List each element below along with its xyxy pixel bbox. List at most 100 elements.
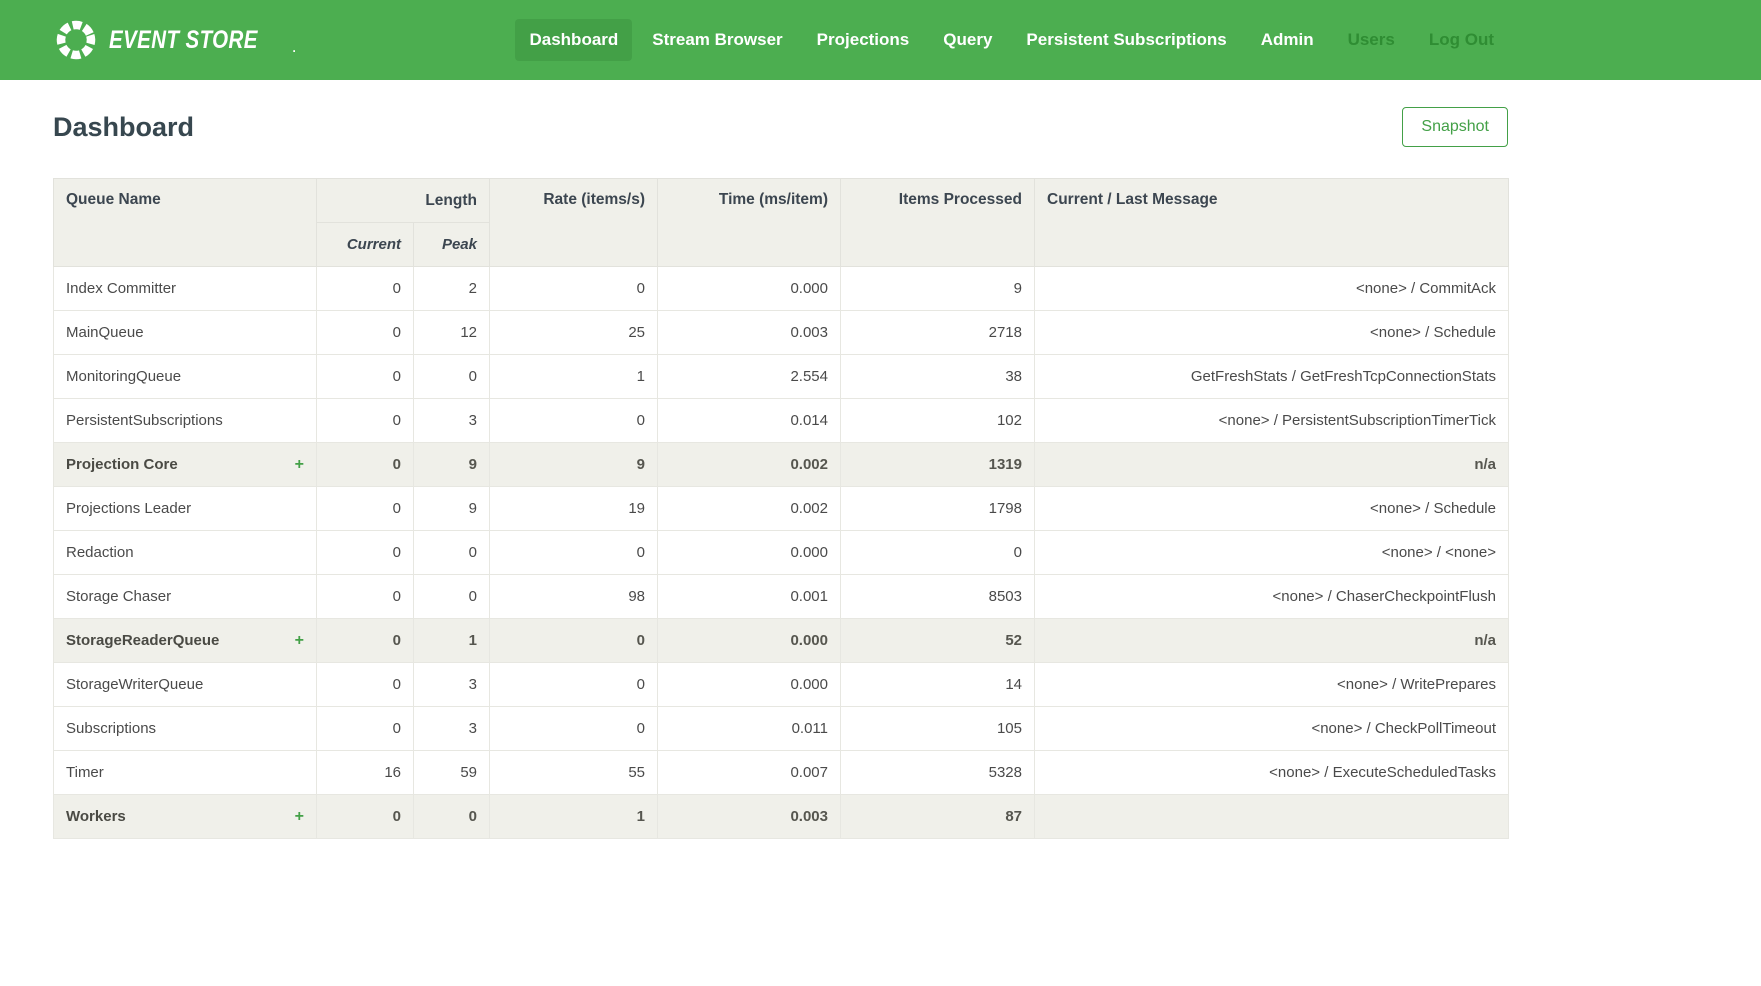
queue-name-label: Projection Core [66,456,178,473]
current-cell: 0 [317,399,414,443]
queue-name-cell: Workers + [54,795,317,839]
time-cell: 0.014 [658,399,841,443]
queue-name-label: Timer [66,764,104,781]
time-cell: 0.002 [658,487,841,531]
header-queue-name: Queue Name [54,179,317,267]
rate-cell: 0 [490,267,658,311]
current-cell: 0 [317,443,414,487]
nav-item-projections[interactable]: Projections [803,19,924,61]
peak-cell: 59 [414,751,490,795]
snapshot-button[interactable]: Snapshot [1402,107,1508,147]
items-processed-cell: 14 [841,663,1035,707]
current-cell: 0 [317,575,414,619]
queue-name-label: MainQueue [66,324,144,341]
current-cell: 0 [317,619,414,663]
nav-menu: Dashboard Stream Browser Projections Que… [515,19,1508,61]
table-row: Workers + 0 0 1 0.003 87 [54,795,1509,839]
table-row: Subscriptions + 0 3 0 0.011 105 <none> /… [54,707,1509,751]
rate-cell: 1 [490,795,658,839]
table-body: Index Committer + 0 2 0 0.000 9 <none> /… [54,267,1509,839]
time-cell: 0.011 [658,707,841,751]
header-items-processed: Items Processed [841,179,1035,267]
peak-cell: 3 [414,399,490,443]
nav-item-dashboard[interactable]: Dashboard [515,19,632,61]
event-store-ring-icon [53,17,99,63]
table-row: Redaction + 0 0 0 0.000 0 <none> / <none… [54,531,1509,575]
peak-cell: 1 [414,619,490,663]
table-row: Index Committer + 0 2 0 0.000 9 <none> /… [54,267,1509,311]
message-cell: GetFreshStats / GetFreshTcpConnectionSta… [1035,355,1509,399]
table-row: Projection Core + 0 9 9 0.002 1319 n/a [54,443,1509,487]
queue-name-label: StorageWriterQueue [66,676,203,693]
queue-name-cell: MonitoringQueue + [54,355,317,399]
message-cell: <none> / CheckPollTimeout [1035,707,1509,751]
peak-cell: 0 [414,355,490,399]
queues-table: Queue Name Length Rate (items/s) Time (m… [53,178,1509,839]
rate-cell: 0 [490,619,658,663]
queue-name-cell: Index Committer + [54,267,317,311]
time-cell: 0.000 [658,619,841,663]
rate-cell: 25 [490,311,658,355]
message-cell: <none> / Schedule [1035,487,1509,531]
current-cell: 0 [317,267,414,311]
time-cell: 0.003 [658,311,841,355]
nav-item-query[interactable]: Query [929,19,1006,61]
items-processed-cell: 8503 [841,575,1035,619]
rate-cell: 0 [490,531,658,575]
expand-plus-icon[interactable]: + [295,456,304,474]
nav-item-users[interactable]: Users [1334,19,1409,61]
message-cell: <none> / Schedule [1035,311,1509,355]
queue-name-cell: Storage Chaser + [54,575,317,619]
current-cell: 0 [317,487,414,531]
time-cell: 0.002 [658,443,841,487]
expand-plus-icon[interactable]: + [295,808,304,826]
peak-cell: 9 [414,443,490,487]
queue-name-cell: PersistentSubscriptions + [54,399,317,443]
message-cell [1035,795,1509,839]
table-row: StorageWriterQueue + 0 3 0 0.000 14 <non… [54,663,1509,707]
items-processed-cell: 38 [841,355,1035,399]
rate-cell: 55 [490,751,658,795]
time-cell: 0.000 [658,663,841,707]
rate-cell: 9 [490,443,658,487]
table-row: Storage Chaser + 0 0 98 0.001 8503 <none… [54,575,1509,619]
queue-name-label: Index Committer [66,280,176,297]
peak-cell: 0 [414,575,490,619]
time-cell: 0.000 [658,267,841,311]
message-cell: <none> / CommitAck [1035,267,1509,311]
items-processed-cell: 0 [841,531,1035,575]
current-cell: 0 [317,663,414,707]
queue-name-label: PersistentSubscriptions [66,412,223,429]
expand-plus-icon[interactable]: + [295,632,304,650]
page-header: Dashboard Snapshot [53,107,1508,147]
table-row: PersistentSubscriptions + 0 3 0 0.014 10… [54,399,1509,443]
top-navbar: EVENT STORE . Dashboard Stream Browser P… [0,0,1761,80]
queue-name-label: StorageReaderQueue [66,632,219,649]
rate-cell: 0 [490,399,658,443]
table-header: Queue Name Length Rate (items/s) Time (m… [54,179,1509,267]
nav-item-admin[interactable]: Admin [1247,19,1328,61]
queue-name-cell: Redaction + [54,531,317,575]
message-cell: <none> / ChaserCheckpointFlush [1035,575,1509,619]
rate-cell: 1 [490,355,658,399]
queue-name-label: Subscriptions [66,720,156,737]
nav-item-stream-browser[interactable]: Stream Browser [638,19,796,61]
current-cell: 0 [317,355,414,399]
peak-cell: 0 [414,795,490,839]
queue-name-label: Workers [66,808,126,825]
queue-name-cell: MainQueue + [54,311,317,355]
current-cell: 0 [317,531,414,575]
table-row: Projections Leader + 0 9 19 0.002 1798 <… [54,487,1509,531]
time-cell: 0.000 [658,531,841,575]
nav-item-log-out[interactable]: Log Out [1415,19,1508,61]
nav-item-persistent-subscriptions[interactable]: Persistent Subscriptions [1012,19,1240,61]
brand-logo[interactable]: EVENT STORE . [53,17,296,63]
table-row: StorageReaderQueue + 0 1 0 0.000 52 n/a [54,619,1509,663]
queue-name-cell: Timer + [54,751,317,795]
peak-cell: 12 [414,311,490,355]
message-cell: <none> / WritePrepares [1035,663,1509,707]
brand-text: EVENT STORE [109,26,258,55]
header-time: Time (ms/item) [658,179,841,267]
items-processed-cell: 5328 [841,751,1035,795]
page-title: Dashboard [53,112,194,143]
